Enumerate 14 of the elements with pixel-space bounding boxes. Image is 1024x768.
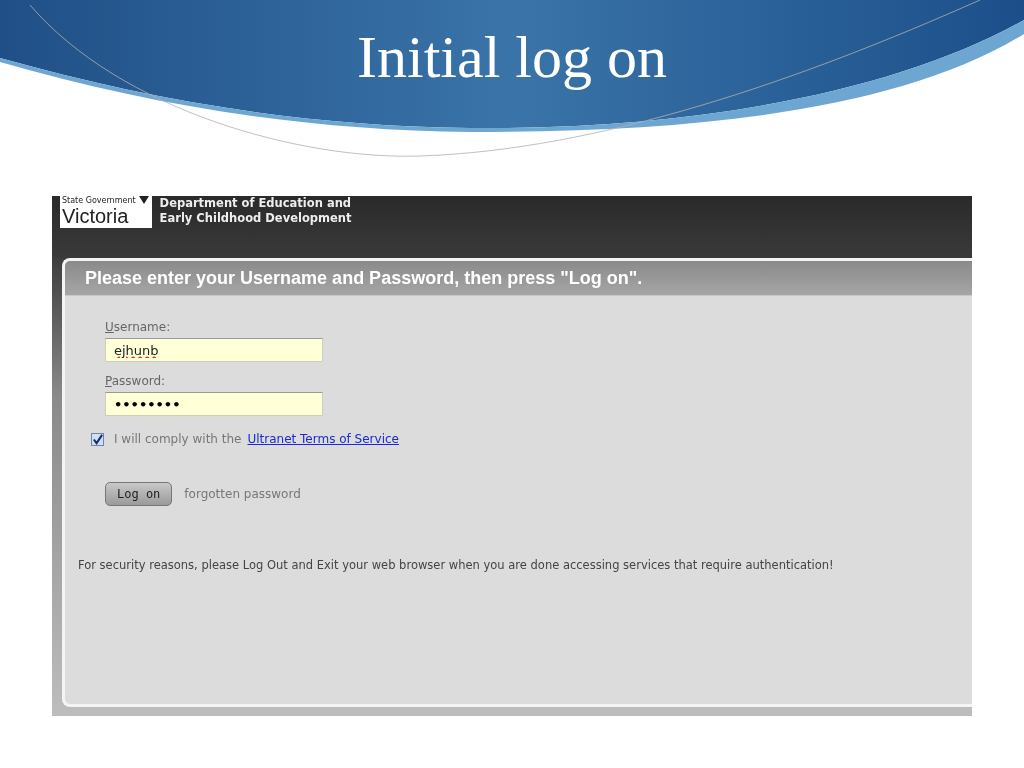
victoria-logo: State Government Victoria [60, 196, 152, 228]
panel-heading: Please enter your Username and Password, then press "Log on". [65, 261, 972, 296]
slide-title: Initial log on [357, 23, 667, 92]
input-field[interactable]: •••••••• [105, 392, 323, 416]
terms-link[interactable]: Ultranet Terms of Service [247, 432, 399, 446]
department-name: Department of Education and [159, 196, 352, 211]
department-name: Early Childhood Development [159, 211, 352, 226]
input-field[interactable]: ejhunb [105, 338, 323, 362]
checkbox[interactable] [91, 432, 104, 446]
field-label: Password: [105, 374, 166, 388]
terms-text: I will comply with the [114, 432, 242, 446]
field-label: Username: [105, 320, 171, 334]
log-on-button[interactable]: Log on [105, 482, 173, 506]
security-notice: For security reasons, please Log Out and Exit your web browser when you are done accessing services that require authentication! [78, 558, 835, 572]
